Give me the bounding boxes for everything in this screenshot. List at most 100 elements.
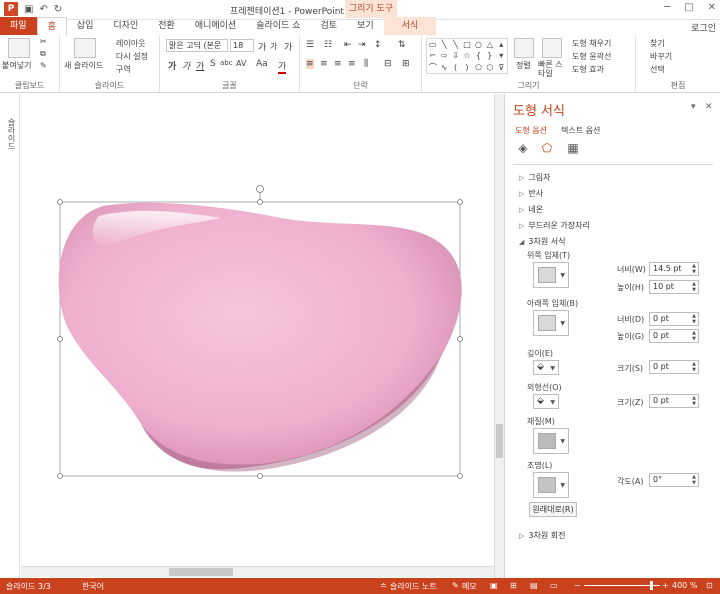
font-size-select[interactable]: 18 bbox=[230, 39, 254, 52]
top-bevel-dropdown[interactable]: ▼ bbox=[533, 262, 569, 288]
align-right-icon[interactable]: ≡ bbox=[334, 59, 342, 69]
bottom-bevel-dropdown[interactable]: ▼ bbox=[533, 310, 569, 336]
shape-line-icon[interactable]: ╲ bbox=[438, 39, 449, 50]
slide-canvas[interactable] bbox=[21, 94, 503, 578]
shape-wave-icon[interactable]: ∿ bbox=[438, 62, 449, 73]
handle-ml[interactable] bbox=[57, 336, 63, 342]
shape-fill-button[interactable]: 도형 채우기 bbox=[572, 38, 611, 49]
sorter-view-icon[interactable]: ⊞ bbox=[510, 581, 517, 590]
fill-line-icon[interactable]: ◈ bbox=[515, 140, 531, 156]
fit-slide-icon[interactable]: ⊡ bbox=[706, 581, 713, 590]
arrange-button[interactable]: 정렬 bbox=[516, 60, 531, 71]
canvas-horizontal-scrollbar[interactable] bbox=[21, 566, 494, 577]
canvas-vertical-scrollbar[interactable] bbox=[494, 94, 504, 578]
pink-3d-shape[interactable] bbox=[58, 202, 462, 470]
redo-icon[interactable]: ↻ bbox=[54, 4, 62, 15]
clear-format-button[interactable]: 가 bbox=[284, 40, 292, 53]
comments-icon[interactable]: ✎ bbox=[452, 581, 459, 590]
align-text-icon[interactable]: ⊟ bbox=[384, 59, 392, 69]
tab-animations[interactable]: 애니메이션 bbox=[185, 17, 246, 35]
strike-button[interactable]: S bbox=[210, 59, 216, 69]
reading-view-icon[interactable]: ▤ bbox=[530, 581, 538, 590]
spin-arrows-icon[interactable]: ▲ ▼ bbox=[692, 313, 696, 325]
zoom-level[interactable]: 400 % bbox=[672, 581, 697, 590]
quick-styles-icon[interactable] bbox=[542, 38, 562, 58]
line-spacing-icon[interactable]: ↕ bbox=[374, 40, 382, 50]
new-slide-icon[interactable] bbox=[74, 38, 96, 58]
tab-insert[interactable]: 삽입 bbox=[67, 17, 104, 35]
copy-icon[interactable]: ⧉ bbox=[40, 49, 46, 59]
align-center-icon[interactable]: ≡ bbox=[320, 59, 328, 69]
shape-line2-icon[interactable]: ╲ bbox=[450, 39, 461, 50]
text-direction-icon[interactable]: ⇅ bbox=[398, 40, 406, 50]
tab-text-options[interactable]: 텍스트 옵션 bbox=[561, 125, 600, 136]
zoom-out-icon[interactable]: − bbox=[574, 581, 581, 590]
tab-file[interactable]: 파일 bbox=[0, 17, 37, 35]
bottom-width-input[interactable]: 0 pt ▲ ▼ bbox=[649, 312, 699, 326]
shape-star-icon[interactable]: ☆ bbox=[461, 50, 472, 61]
section-button[interactable]: 구역 bbox=[116, 64, 131, 75]
lighting-dropdown[interactable]: ▼ bbox=[533, 472, 569, 498]
justify-icon[interactable]: ≡ bbox=[348, 59, 356, 69]
shape-outline-button[interactable]: 도형 윤곽선 bbox=[572, 51, 611, 62]
undo-icon[interactable]: ↶ bbox=[39, 4, 47, 15]
find-button[interactable]: 찾기 bbox=[650, 38, 665, 49]
tab-review[interactable]: 검토 bbox=[310, 17, 347, 35]
top-height-input[interactable]: 10 pt ▲ ▼ bbox=[649, 280, 699, 294]
section-soft-edges[interactable]: ▷ 부드러운 가장자리 bbox=[519, 220, 590, 231]
paste-icon[interactable] bbox=[8, 38, 30, 58]
shrink-font-button[interactable]: 가 bbox=[270, 41, 277, 52]
pane-options-icon[interactable]: ▾ bbox=[691, 102, 696, 112]
section-glow[interactable]: ▷ 네온 bbox=[519, 204, 543, 215]
notes-button[interactable]: 슬라이드 노트 bbox=[390, 581, 437, 592]
section-3d-format[interactable]: ◢ 3차원 서식 bbox=[519, 236, 565, 247]
save-icon[interactable]: ▣ bbox=[24, 4, 33, 15]
horizontal-scroll-thumb[interactable] bbox=[169, 568, 233, 576]
shape-curve-icon[interactable]: ⌒ bbox=[427, 62, 438, 73]
spin-arrows-icon[interactable]: ▲ ▼ bbox=[692, 330, 696, 342]
underline-button[interactable]: 가 bbox=[196, 59, 204, 72]
columns-icon[interactable]: ⫼ bbox=[364, 59, 368, 69]
close-button[interactable]: ✕ bbox=[708, 2, 716, 13]
spin-arrows-icon[interactable]: ▲ ▼ bbox=[692, 361, 696, 373]
tab-shape-options[interactable]: 도형 옵션 bbox=[515, 125, 547, 136]
handle-bc[interactable] bbox=[257, 473, 263, 479]
font-name-select[interactable]: 맑은 고딕 (본문 bbox=[166, 39, 228, 52]
font-color-button[interactable]: 가 bbox=[278, 59, 287, 74]
spin-arrows-icon[interactable]: ▲ ▼ bbox=[692, 395, 696, 407]
smartart-icon[interactable]: ⊞ bbox=[402, 59, 410, 69]
align-left-icon[interactable]: ≡ bbox=[306, 59, 314, 69]
depth-size-input[interactable]: 0 pt ▲ ▼ bbox=[649, 360, 699, 374]
section-reflection[interactable]: ▷ 반사 bbox=[519, 188, 543, 199]
tab-transitions[interactable]: 전환 bbox=[148, 17, 185, 35]
shape-bracket-icon[interactable]: ( bbox=[450, 62, 461, 73]
section-3d-rotation[interactable]: ▷ 3차원 회전 bbox=[519, 530, 565, 541]
decrease-indent-icon[interactable]: ⇤ bbox=[344, 40, 352, 50]
slide-thumbnail-strip[interactable]: 슬라이드 bbox=[0, 94, 20, 578]
abc-button[interactable]: abc bbox=[220, 59, 233, 67]
handle-tr[interactable] bbox=[457, 199, 463, 205]
shape-bracket2-icon[interactable]: ) bbox=[461, 62, 472, 73]
spin-arrows-icon[interactable]: ▲ ▼ bbox=[692, 281, 696, 293]
bottom-height-input[interactable]: 0 pt ▲ ▼ bbox=[649, 329, 699, 343]
replace-button[interactable]: 바꾸기 bbox=[650, 51, 672, 62]
italic-button[interactable]: 가 bbox=[182, 59, 190, 72]
spin-arrows-icon[interactable]: ▲ ▼ bbox=[692, 263, 696, 275]
shape-rect-icon[interactable]: □ bbox=[461, 39, 472, 50]
select-button[interactable]: 선택 bbox=[650, 64, 665, 75]
normal-view-icon[interactable]: ▣ bbox=[490, 581, 498, 590]
tab-format[interactable]: 서식 bbox=[383, 17, 437, 35]
tab-view[interactable]: 보기 bbox=[347, 17, 384, 35]
shape-effects-button[interactable]: 도형 효과 bbox=[572, 64, 604, 75]
tab-slideshow[interactable]: 슬라이드 쇼 bbox=[246, 17, 310, 35]
handle-br[interactable] bbox=[457, 473, 463, 479]
reset-button[interactable]: 원래대로(R) bbox=[529, 502, 577, 517]
pane-close-icon[interactable]: ✕ bbox=[705, 102, 713, 112]
material-dropdown[interactable]: ▼ bbox=[533, 428, 569, 454]
cut-icon[interactable]: ✂ bbox=[40, 37, 47, 46]
tab-design[interactable]: 디자인 bbox=[103, 17, 148, 35]
login-link[interactable]: 로그인 bbox=[691, 21, 716, 34]
handle-tc[interactable] bbox=[257, 199, 263, 205]
bullets-icon[interactable]: ☰ bbox=[306, 40, 314, 50]
quick-styles-button[interactable]: 빠른 스타일 bbox=[538, 60, 568, 78]
